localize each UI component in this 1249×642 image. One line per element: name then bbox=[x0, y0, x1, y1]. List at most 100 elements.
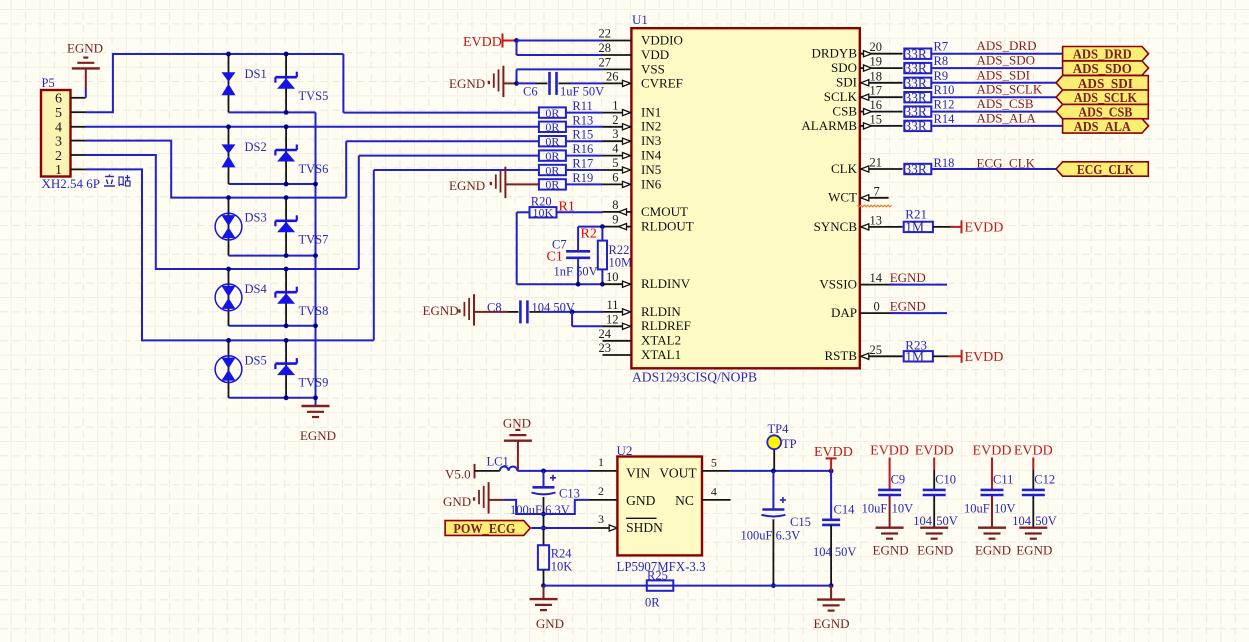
svg-text:EGND: EGND bbox=[890, 270, 926, 285]
svg-text:1: 1 bbox=[598, 455, 604, 469]
svg-text:R7: R7 bbox=[934, 40, 949, 54]
svg-text:WCT: WCT bbox=[828, 190, 857, 205]
svg-text:4: 4 bbox=[612, 142, 619, 156]
svg-text:0R: 0R bbox=[545, 163, 559, 177]
svg-text:DS3: DS3 bbox=[245, 211, 267, 225]
svg-text:ALARMB: ALARMB bbox=[801, 118, 857, 133]
svg-text:ADS_ALA: ADS_ALA bbox=[1074, 120, 1132, 135]
svg-text:5: 5 bbox=[711, 455, 717, 469]
svg-text:EGND: EGND bbox=[917, 543, 953, 558]
svg-text:104: 104 bbox=[1012, 514, 1032, 528]
svg-text:DS4: DS4 bbox=[245, 282, 268, 296]
svg-text:10uF: 10uF bbox=[862, 502, 888, 516]
svg-text:EVDD: EVDD bbox=[915, 444, 954, 459]
svg-text:VOUT: VOUT bbox=[659, 465, 697, 480]
svg-text:R2: R2 bbox=[581, 227, 597, 242]
svg-text:2: 2 bbox=[598, 484, 604, 498]
svg-text:EGND: EGND bbox=[449, 178, 485, 193]
svg-text:RLDREF: RLDREF bbox=[641, 318, 691, 333]
svg-text:IN2: IN2 bbox=[641, 119, 661, 134]
svg-text:GND: GND bbox=[503, 416, 531, 431]
svg-text:33R: 33R bbox=[904, 75, 927, 90]
svg-text:50V: 50V bbox=[936, 514, 958, 528]
svg-text:33R: 33R bbox=[904, 119, 927, 134]
svg-text:10K: 10K bbox=[551, 560, 573, 574]
svg-text:17: 17 bbox=[870, 84, 883, 98]
svg-text:4: 4 bbox=[55, 121, 62, 136]
svg-text:XTAL1: XTAL1 bbox=[641, 347, 681, 362]
svg-text:7: 7 bbox=[874, 184, 880, 198]
svg-text:10K: 10K bbox=[533, 206, 554, 220]
svg-text:EGND: EGND bbox=[975, 543, 1011, 558]
svg-text:R8: R8 bbox=[934, 54, 949, 68]
svg-text:5: 5 bbox=[612, 156, 618, 170]
svg-text:EVDD: EVDD bbox=[1014, 444, 1053, 459]
svg-text:TVS8: TVS8 bbox=[299, 304, 329, 318]
svg-text:R9: R9 bbox=[934, 69, 949, 83]
svg-text:GND: GND bbox=[443, 494, 471, 509]
svg-text:C13: C13 bbox=[559, 487, 580, 501]
svg-text:EGND: EGND bbox=[813, 616, 849, 631]
svg-text:24: 24 bbox=[599, 327, 612, 341]
svg-text:C14: C14 bbox=[834, 503, 856, 517]
svg-text:25: 25 bbox=[870, 343, 883, 357]
svg-text:POW_ECG: POW_ECG bbox=[453, 522, 515, 537]
svg-text:CLK: CLK bbox=[831, 161, 858, 176]
svg-text:RLDIN: RLDIN bbox=[641, 304, 681, 319]
svg-text:GND: GND bbox=[536, 616, 564, 631]
svg-text:R11: R11 bbox=[572, 99, 592, 113]
svg-text:VIN: VIN bbox=[626, 465, 650, 480]
svg-text:10M: 10M bbox=[609, 255, 633, 269]
svg-text:R12: R12 bbox=[934, 98, 955, 112]
svg-text:ADS_SDO: ADS_SDO bbox=[977, 53, 1036, 68]
svg-text:0R: 0R bbox=[545, 120, 559, 134]
svg-text:C8: C8 bbox=[487, 300, 502, 314]
svg-text:EGND: EGND bbox=[873, 543, 909, 558]
svg-text:ECG_CLK: ECG_CLK bbox=[1077, 163, 1134, 178]
svg-text:0R: 0R bbox=[545, 178, 559, 192]
svg-text:2: 2 bbox=[612, 113, 618, 127]
svg-text:C1: C1 bbox=[547, 250, 563, 265]
svg-text:ADS_ALA: ADS_ALA bbox=[977, 110, 1037, 125]
svg-text:XH2.54 6P: XH2.54 6P bbox=[42, 176, 101, 191]
svg-text:26: 26 bbox=[606, 69, 619, 83]
svg-text:3: 3 bbox=[55, 134, 62, 149]
svg-text:R13: R13 bbox=[572, 113, 593, 127]
svg-text:RLDINV: RLDINV bbox=[641, 276, 691, 291]
svg-text:TVS9: TVS9 bbox=[299, 375, 329, 389]
svg-text:20: 20 bbox=[870, 40, 883, 54]
svg-text:22: 22 bbox=[599, 27, 612, 41]
svg-text:V5.0: V5.0 bbox=[445, 467, 471, 482]
svg-text:DS5: DS5 bbox=[245, 353, 267, 367]
svg-text:DAP: DAP bbox=[831, 305, 857, 320]
svg-text:EVDD: EVDD bbox=[870, 444, 909, 459]
svg-text:R23: R23 bbox=[905, 337, 927, 352]
svg-text:TP: TP bbox=[782, 437, 797, 451]
svg-text:3: 3 bbox=[612, 127, 618, 141]
svg-text:0R: 0R bbox=[645, 596, 660, 610]
svg-text:DS2: DS2 bbox=[245, 140, 267, 154]
svg-text:TVS6: TVS6 bbox=[299, 162, 329, 176]
svg-text:EGND: EGND bbox=[300, 428, 336, 443]
svg-text:EGND: EGND bbox=[449, 76, 485, 91]
svg-text:1nF 50V: 1nF 50V bbox=[554, 265, 598, 279]
svg-text:13: 13 bbox=[870, 213, 883, 227]
svg-text:12: 12 bbox=[606, 312, 619, 326]
svg-text:XTAL2: XTAL2 bbox=[641, 333, 681, 348]
svg-text:ADS_CSB: ADS_CSB bbox=[977, 96, 1034, 111]
svg-text:C11: C11 bbox=[993, 473, 1013, 487]
svg-text:4: 4 bbox=[711, 484, 717, 498]
svg-text:EVDD: EVDD bbox=[965, 350, 1004, 365]
svg-text:10V: 10V bbox=[892, 502, 914, 516]
svg-text:33R: 33R bbox=[904, 162, 927, 177]
svg-text:EVDD: EVDD bbox=[965, 220, 1004, 235]
svg-text:5: 5 bbox=[55, 106, 62, 121]
svg-text:RLDOUT: RLDOUT bbox=[641, 219, 694, 234]
svg-text:R16: R16 bbox=[572, 142, 593, 156]
svg-text:R17: R17 bbox=[572, 157, 593, 171]
svg-text:33R: 33R bbox=[904, 46, 927, 61]
svg-text:CVREF: CVREF bbox=[641, 75, 683, 90]
svg-text:ADS1293CISQ/NOPB: ADS1293CISQ/NOPB bbox=[632, 371, 757, 386]
svg-text:0R: 0R bbox=[545, 135, 559, 149]
svg-text:GND: GND bbox=[626, 493, 655, 508]
